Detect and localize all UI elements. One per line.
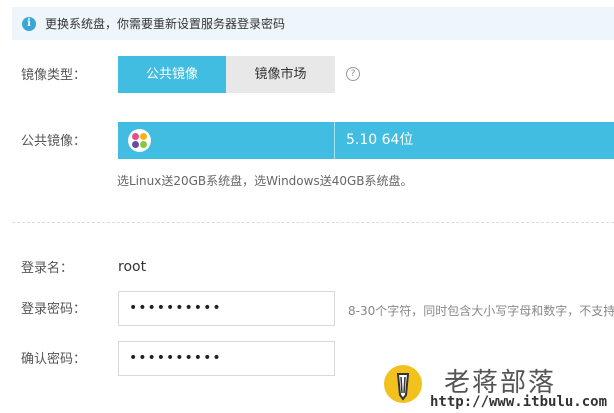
- question-circle-icon[interactable]: ?: [346, 67, 360, 81]
- watermark: 老蒋部落 http://www.itbulu.com: [382, 362, 614, 413]
- image-version[interactable]: 5.10 64位: [346, 122, 413, 159]
- confirm-password-input[interactable]: ••••••••••: [118, 341, 335, 376]
- image-type-label: 镜像类型：: [21, 68, 87, 83]
- watermark-logo-icon: [384, 365, 422, 403]
- system-disk-hint: 选Linux送20GB系统盘，选Windows送40GB系统盘。: [117, 174, 413, 188]
- password-label: 登录密码：: [21, 302, 87, 317]
- selector-divider: [334, 122, 335, 159]
- tab-image-market[interactable]: 镜像市场: [226, 56, 335, 93]
- confirm-password-label: 确认密码：: [21, 352, 87, 367]
- info-icon: i: [22, 16, 36, 31]
- password-input[interactable]: ••••••••••: [118, 291, 335, 326]
- username-label: 登录名：: [21, 261, 74, 276]
- notice-banner: i 更换系统盘，你需要重新设置服务器登录密码: [12, 7, 614, 40]
- password-hint: 8-30个字符，同时包含大小写字母和数字，不支持: [348, 304, 614, 318]
- watermark-url: http://www.itbulu.com: [430, 394, 608, 410]
- username-value: root: [118, 259, 147, 275]
- tab-public-image[interactable]: 公共镜像: [118, 56, 226, 93]
- notice-text: 更换系统盘，你需要重新设置服务器登录密码: [45, 17, 286, 31]
- public-image-selector[interactable]: 5.10 64位: [118, 122, 614, 159]
- os-logo-icon[interactable]: [128, 129, 151, 152]
- section-divider: [12, 222, 614, 223]
- public-image-label: 公共镜像：: [21, 134, 87, 149]
